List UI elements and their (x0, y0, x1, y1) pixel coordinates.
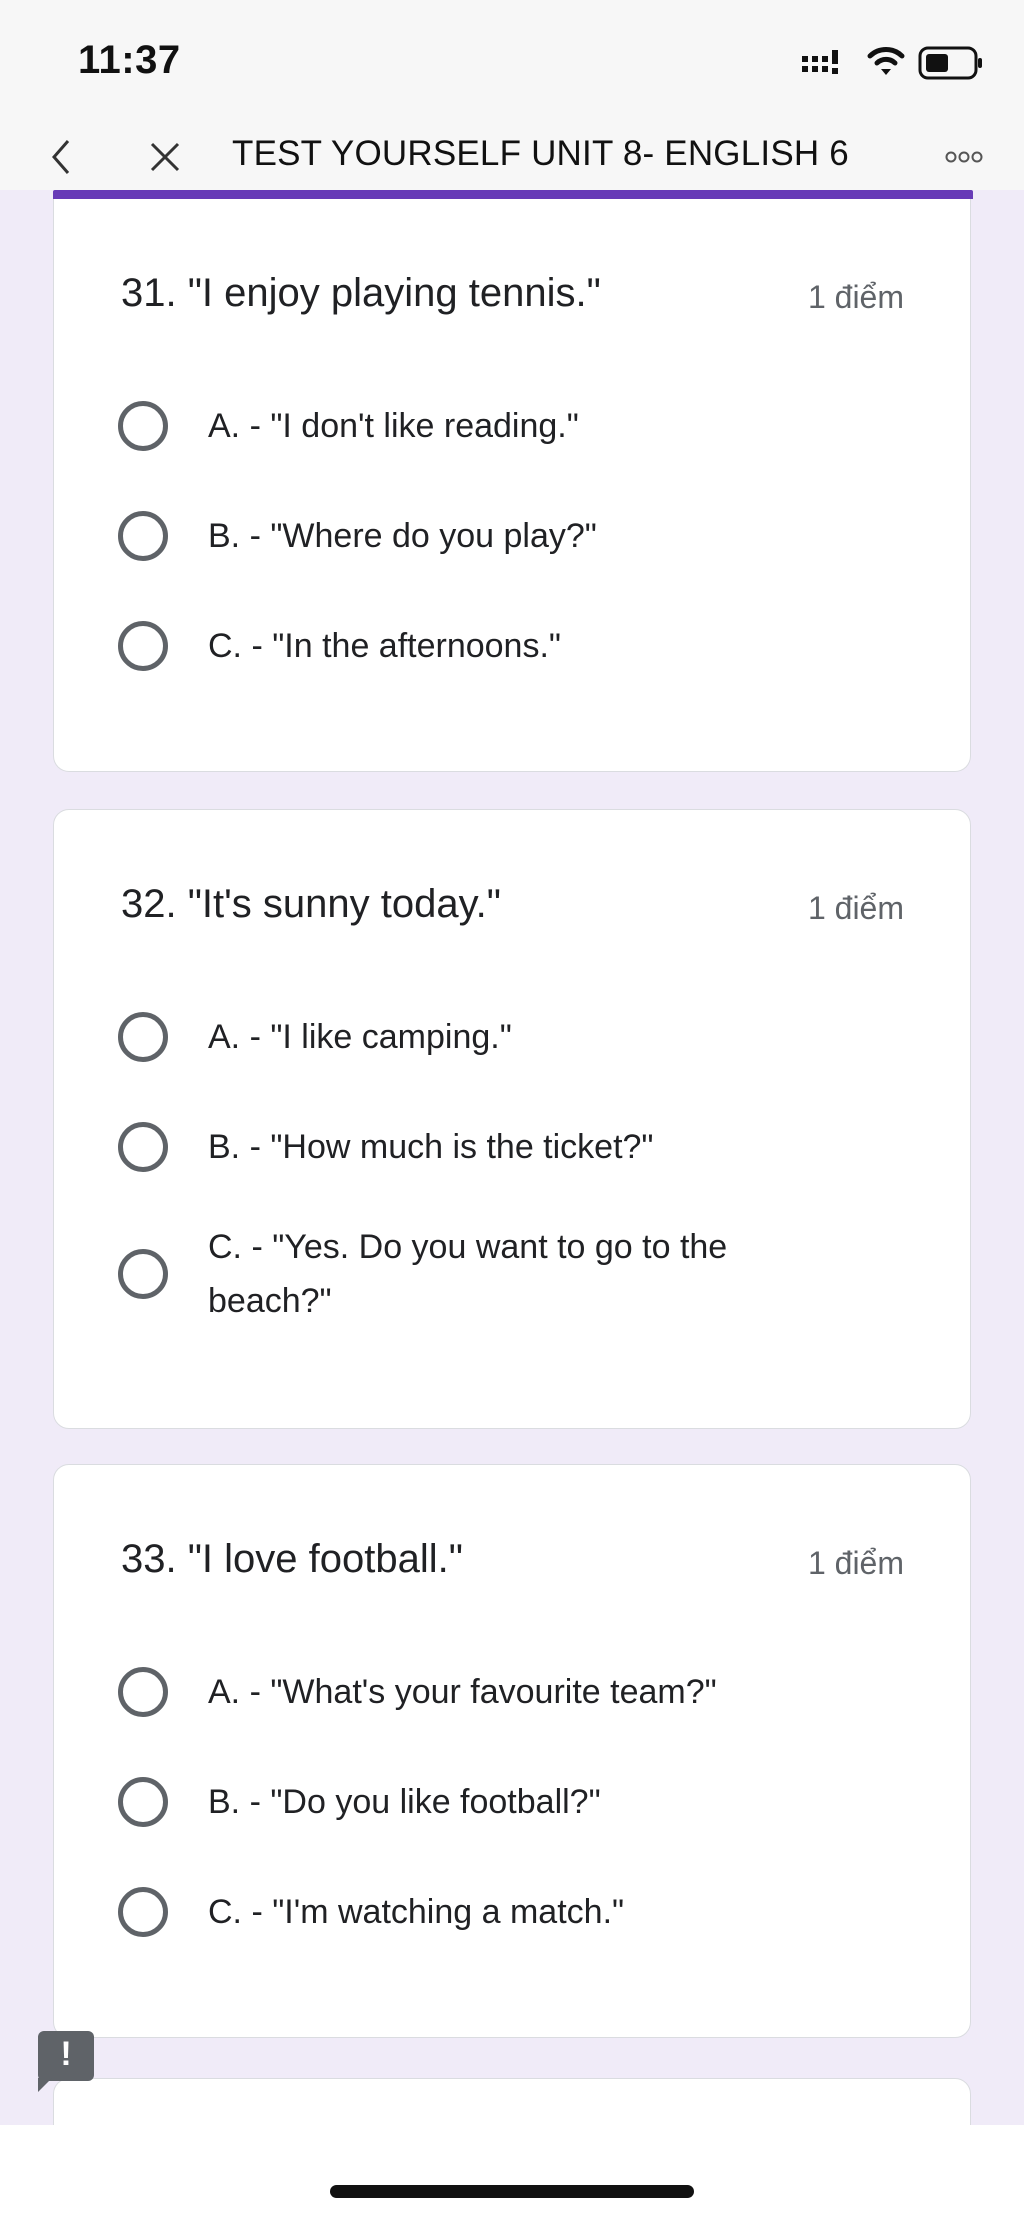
status-time: 11:37 (78, 38, 181, 82)
option-b[interactable]: B. - "Where do you play?" (118, 509, 898, 563)
option-c[interactable]: C. - "Yes. Do you want to go to the beac… (118, 1220, 898, 1328)
feedback-button-tail (38, 2078, 52, 2092)
page-title: TEST YOURSELF UNIT 8- ENGLISH 6 (232, 134, 849, 173)
wifi-icon (867, 47, 905, 75)
radio-button[interactable] (118, 1777, 168, 1827)
question-title: 33. "I love football." (121, 1537, 463, 1581)
option-c[interactable]: C. - "I'm watching a match." (118, 1885, 898, 1939)
question-points: 1 điểm (807, 279, 904, 315)
option-label: A. - "I don't like reading." (208, 407, 579, 445)
status-bar: 11:37 (0, 0, 1024, 125)
back-chevron-icon[interactable] (46, 135, 76, 179)
option-a[interactable]: A. - "I don't like reading." (118, 399, 898, 453)
bottom-bar (0, 2125, 1024, 2217)
feedback-icon: ! (60, 2035, 72, 2073)
radio-button[interactable] (118, 621, 168, 671)
home-indicator[interactable] (330, 2185, 694, 2198)
option-b[interactable]: B. - "How much is the ticket?" (118, 1120, 898, 1174)
option-a[interactable]: A. - "I like camping." (118, 1010, 898, 1064)
option-label: A. - "What's your favourite team?" (208, 1673, 717, 1711)
question-title: 31. "I enjoy playing tennis." (121, 271, 601, 315)
option-label: A. - "I like camping." (208, 1018, 512, 1056)
option-b[interactable]: B. - "Do you like football?" (118, 1775, 898, 1829)
radio-button[interactable] (118, 1249, 168, 1299)
option-label: B. - "Where do you play?" (208, 517, 597, 555)
radio-button[interactable] (118, 1667, 168, 1717)
option-label: B. - "How much is the ticket?" (208, 1128, 654, 1166)
question-title: 32. "It's sunny today." (121, 882, 501, 926)
radio-button[interactable] (118, 1887, 168, 1937)
radio-button[interactable] (118, 511, 168, 561)
option-label: C. - "I'm watching a match." (208, 1893, 625, 1931)
option-label: C. - "Yes. Do you want to go to the beac… (208, 1228, 728, 1320)
form-accent-bar (53, 190, 973, 199)
question-points: 1 điểm (807, 1545, 904, 1581)
radio-button[interactable] (118, 401, 168, 451)
feedback-button[interactable]: ! (38, 2031, 94, 2081)
radio-button[interactable] (118, 1012, 168, 1062)
close-icon[interactable] (148, 137, 182, 177)
form-content: 31. "I enjoy playing tennis." 1 điểm A. … (0, 190, 1024, 2125)
question-card-32: 32. "It's sunny today." 1 điểm A. - "I l… (53, 809, 971, 1429)
option-a[interactable]: A. - "What's your favourite team?" (118, 1665, 898, 1719)
question-card-31: 31. "I enjoy playing tennis." 1 điểm A. … (53, 199, 971, 772)
nav-bar: TEST YOURSELF UNIT 8- ENGLISH 6 (0, 125, 1024, 190)
battery-icon (918, 46, 982, 80)
question-card-next (53, 2078, 971, 2125)
question-points: 1 điểm (807, 890, 904, 926)
radio-button[interactable] (118, 1122, 168, 1172)
more-options-icon[interactable] (944, 147, 984, 167)
option-c[interactable]: C. - "In the afternoons." (118, 619, 898, 673)
question-card-33: 33. "I love football." 1 điểm A. - "What… (53, 1464, 971, 2038)
option-label: C. - "In the afternoons." (208, 627, 561, 665)
signal-icon (802, 50, 838, 74)
option-label: B. - "Do you like football?" (208, 1783, 601, 1821)
